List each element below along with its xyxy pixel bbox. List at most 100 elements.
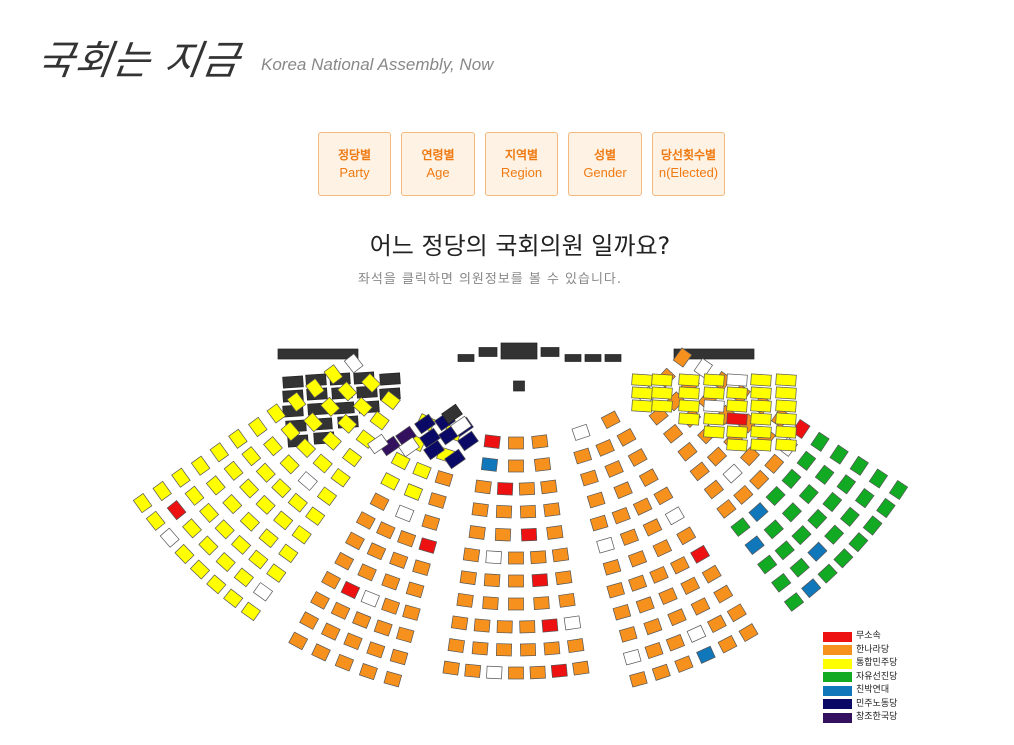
- seat-hannara[interactable]: [604, 460, 624, 478]
- seat-pro-park[interactable]: [801, 578, 822, 599]
- seat-liberty-forward[interactable]: [817, 563, 838, 584]
- seat-hannara[interactable]: [357, 563, 377, 582]
- seat-independent[interactable]: [166, 500, 187, 521]
- seat-democratic[interactable]: [263, 436, 283, 457]
- seat-hannara[interactable]: [495, 643, 513, 657]
- seat-hannara[interactable]: [518, 482, 536, 496]
- seat-democratic[interactable]: [403, 483, 424, 501]
- seat-hannara[interactable]: [558, 593, 576, 608]
- seat-hannara[interactable]: [580, 469, 599, 487]
- seat-democratic[interactable]: [132, 493, 153, 514]
- seat-hannara[interactable]: [334, 653, 355, 672]
- seat-democratic[interactable]: [631, 373, 653, 387]
- seat-democratic[interactable]: [152, 480, 172, 502]
- seat-democratic[interactable]: [312, 453, 333, 474]
- seat-hannara[interactable]: [369, 492, 390, 512]
- seat-democratic[interactable]: [330, 467, 351, 488]
- seat-hannara[interactable]: [533, 457, 552, 472]
- seat-liberty-forward[interactable]: [781, 502, 802, 523]
- seat-democratic[interactable]: [703, 412, 725, 426]
- seat-hannara[interactable]: [540, 479, 558, 495]
- seat-democratic[interactable]: [412, 461, 432, 480]
- seat-hannara[interactable]: [530, 550, 547, 565]
- seat-liberty-forward[interactable]: [765, 485, 786, 507]
- seat-pro-park[interactable]: [748, 502, 769, 523]
- seat-hannara[interactable]: [706, 446, 728, 467]
- seat-democratic[interactable]: [352, 396, 373, 417]
- seat-hannara[interactable]: [616, 428, 637, 447]
- seat-independent[interactable]: [340, 580, 361, 600]
- seat-hannara[interactable]: [651, 663, 671, 681]
- seat-democratic[interactable]: [775, 425, 797, 439]
- seat-liberty-forward[interactable]: [757, 554, 778, 575]
- seat-hannara[interactable]: [508, 574, 524, 588]
- seat-hannara[interactable]: [358, 663, 378, 681]
- seat-hannara[interactable]: [483, 573, 501, 588]
- seat-democratic[interactable]: [278, 543, 299, 564]
- seat-hannara[interactable]: [632, 497, 653, 516]
- seat-democratic[interactable]: [369, 410, 390, 431]
- seat-liberty-forward[interactable]: [876, 497, 896, 519]
- seat-hannara[interactable]: [543, 641, 561, 656]
- seat-democratic[interactable]: [651, 386, 673, 400]
- seat-hannara[interactable]: [665, 633, 686, 652]
- podium-seat[interactable]: [478, 347, 498, 357]
- seat-democratic[interactable]: [678, 399, 700, 413]
- seat-hannara[interactable]: [508, 459, 524, 473]
- seat-hannara[interactable]: [703, 479, 724, 500]
- seat-hannara[interactable]: [402, 604, 421, 621]
- seat-hannara[interactable]: [366, 542, 387, 561]
- seat-hannara[interactable]: [606, 581, 625, 599]
- seat-hannara[interactable]: [642, 518, 663, 537]
- seat-hannara[interactable]: [638, 468, 659, 487]
- seat-independent[interactable]: [550, 663, 568, 678]
- seat-empty[interactable]: [485, 550, 502, 565]
- seat-hannara[interactable]: [434, 470, 454, 487]
- seat-hannara[interactable]: [389, 551, 409, 569]
- seat-democratic[interactable]: [775, 412, 797, 426]
- seat-hannara[interactable]: [519, 643, 537, 657]
- seat-hannara[interactable]: [764, 453, 785, 474]
- seat-pro-park[interactable]: [807, 541, 828, 562]
- seat-hannara[interactable]: [612, 604, 632, 621]
- seat-democratic[interactable]: [342, 447, 363, 468]
- seat-democratic[interactable]: [291, 524, 312, 545]
- seat-empty[interactable]: [159, 527, 180, 548]
- seat-hannara[interactable]: [670, 556, 690, 575]
- seat-empty[interactable]: [726, 373, 748, 387]
- seat-independent[interactable]: [483, 434, 501, 449]
- seat-democratic[interactable]: [248, 549, 269, 570]
- seat-hannara[interactable]: [572, 660, 590, 676]
- seat-hannara[interactable]: [635, 596, 655, 614]
- podium-seat[interactable]: [584, 354, 602, 362]
- seat-democratic[interactable]: [248, 416, 268, 438]
- seat-hannara[interactable]: [405, 581, 425, 599]
- seat-democratic[interactable]: [222, 494, 243, 515]
- seat-hannara[interactable]: [643, 618, 663, 636]
- seat-liberty-forward[interactable]: [833, 548, 854, 569]
- seat-hannara[interactable]: [494, 528, 512, 542]
- seat-empty[interactable]: [297, 471, 318, 491]
- seat-hannara[interactable]: [567, 638, 585, 654]
- seat-democratic[interactable]: [703, 386, 725, 400]
- seat-liberty-forward[interactable]: [814, 464, 835, 485]
- seat-hannara[interactable]: [352, 611, 372, 629]
- seat-liberty-forward[interactable]: [862, 515, 883, 536]
- seat-democratic[interactable]: [258, 528, 279, 549]
- seat-democratic[interactable]: [703, 373, 725, 387]
- seat-hannara[interactable]: [334, 551, 355, 571]
- seat-democratic[interactable]: [775, 438, 797, 452]
- seat-hannara[interactable]: [381, 573, 401, 591]
- seat-hannara[interactable]: [738, 623, 759, 643]
- seat-democratic[interactable]: [703, 425, 725, 439]
- seat-hannara[interactable]: [383, 670, 403, 688]
- seat-hannara[interactable]: [508, 597, 524, 611]
- seat-hannara[interactable]: [531, 434, 549, 449]
- seat-hannara[interactable]: [373, 619, 393, 637]
- seat-hannara[interactable]: [395, 626, 415, 644]
- seat-pro-park[interactable]: [696, 645, 716, 664]
- seat-hannara[interactable]: [462, 547, 481, 563]
- seat-liberty-forward[interactable]: [763, 519, 784, 540]
- seat-democratic[interactable]: [651, 373, 673, 387]
- seat-empty[interactable]: [622, 648, 642, 666]
